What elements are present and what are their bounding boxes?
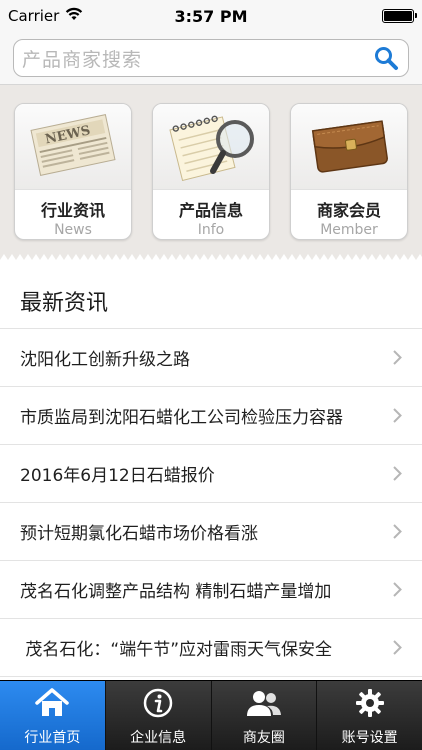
category-card-member[interactable]: 商家会员 Member (290, 103, 408, 240)
category-subtitle: Member (320, 222, 378, 238)
news-item-title: 预计短期氯化石蜡市场价格看涨 (20, 524, 258, 544)
news-item[interactable]: 茂名石化调整产品结构 精制石蜡产量增加 (0, 561, 422, 619)
tab-label: 企业信息 (130, 730, 187, 746)
gear-icon (352, 685, 388, 721)
tab-label: 行业首页 (24, 730, 81, 746)
search-bar: 产品商家搜索 (0, 32, 422, 84)
news-item[interactable]: 市质监局到沈阳石蜡化工公司检验压力容器 (0, 387, 422, 445)
category-title: 行业资讯 (40, 201, 105, 220)
news-item-title: 市质监局到沈阳石蜡化工公司检验压力容器 (20, 408, 343, 428)
chevron-right-icon (392, 407, 404, 425)
tab-bar: 行业首页 企业信息 商友圈 账号设置 (0, 680, 422, 750)
chevron-right-icon (392, 523, 404, 541)
chevron-right-icon (392, 581, 404, 599)
news-item[interactable]: 预计短期氯化石蜡市场价格看涨 (0, 503, 422, 561)
tab-label: 账号设置 (341, 730, 398, 746)
tab-label: 商友圈 (242, 730, 285, 746)
home-icon (34, 685, 70, 721)
tab-account-settings[interactable]: 账号设置 (317, 681, 422, 750)
carrier-label: Carrier (8, 7, 60, 25)
battery-icon (382, 9, 417, 23)
category-title: 商家会员 (316, 201, 381, 220)
tab-company-info[interactable]: 企业信息 (106, 681, 212, 750)
category-card-info[interactable]: 产品信息 Info (152, 103, 270, 240)
news-item[interactable]: 2016年6月12日石蜡报价 (0, 445, 422, 503)
status-bar: Carrier 3:57 PM (0, 0, 422, 32)
newspaper-icon: NEWS (25, 112, 121, 182)
category-subtitle: News (54, 222, 92, 238)
people-icon (246, 685, 282, 721)
news-item[interactable]: 茂名石化：“端午节”应对雷雨天气保安全 (0, 619, 422, 677)
category-card-news[interactable]: NEWS 行业资讯 News (14, 103, 132, 240)
wifi-icon (65, 7, 83, 25)
news-header: 最新资讯 (0, 273, 422, 329)
info-icon (140, 685, 176, 721)
search-icon[interactable] (372, 44, 400, 72)
news-item-title: 沈阳化工创新升级之路 (20, 350, 190, 370)
news-section: 最新资讯 沈阳化工创新升级之路 市质监局到沈阳石蜡化工公司检验压力容器 2016… (0, 273, 422, 677)
search-placeholder: 产品商家搜索 (22, 48, 143, 71)
category-panel: NEWS 行业资讯 News 产品信息 Info 商家会员 Member (0, 84, 422, 266)
chevron-right-icon (392, 639, 404, 657)
panel-zigzag-edge (0, 254, 422, 266)
notepad-magnifier-icon (161, 109, 261, 185)
chevron-right-icon (392, 349, 404, 367)
news-item[interactable]: 沈阳化工创新升级之路 (0, 329, 422, 387)
news-item-title: 茂名石化：“端午节”应对雷雨天气保安全 (20, 640, 333, 660)
search-input[interactable]: 产品商家搜索 (13, 39, 409, 77)
chevron-right-icon (392, 465, 404, 483)
news-item-title: 2016年6月12日石蜡报价 (20, 466, 215, 486)
status-time: 3:57 PM (174, 6, 248, 26)
category-title: 产品信息 (178, 201, 243, 220)
news-item-title: 茂名石化调整产品结构 精制石蜡产量增加 (20, 582, 332, 602)
tab-home[interactable]: 行业首页 (0, 681, 106, 750)
tab-business-circle[interactable]: 商友圈 (212, 681, 318, 750)
wallet-icon (301, 112, 397, 182)
category-subtitle: Info (197, 222, 225, 238)
